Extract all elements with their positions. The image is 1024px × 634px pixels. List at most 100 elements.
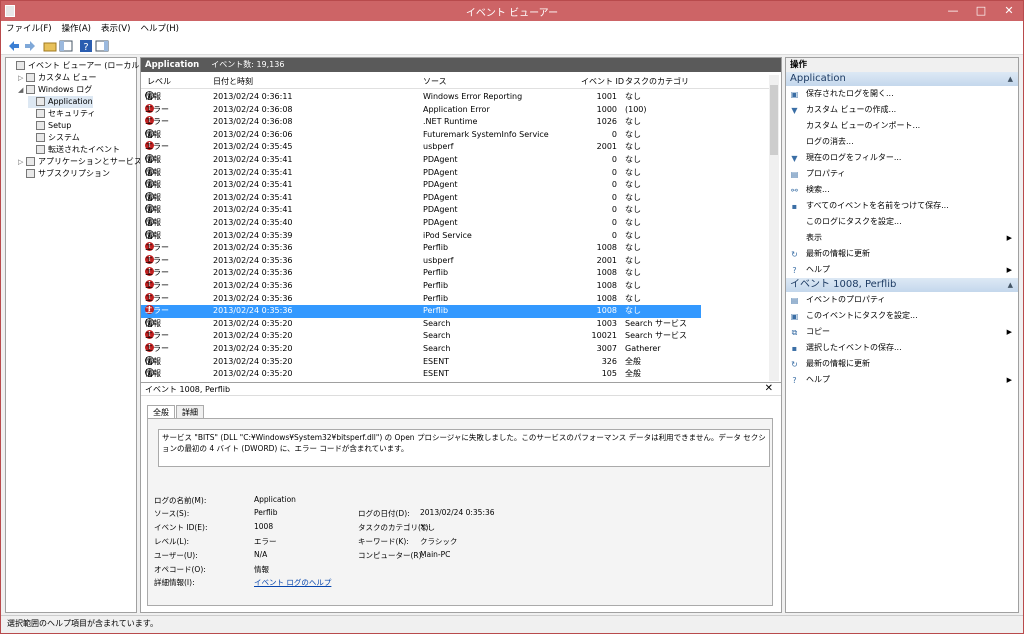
event-row[interactable]: i 情報 2013/02/24 0:36:11 Windows Error Repor… [141, 91, 701, 104]
event-id: 1000 [596, 104, 617, 114]
action-item[interactable]: ▼ カスタム ビューの作成... [786, 102, 1018, 118]
action-item[interactable]: ⚯ 検索... [786, 182, 1018, 198]
action-label: カスタム ビューの作成... [806, 105, 897, 114]
help-icon: ? [792, 266, 797, 275]
action-label: 検索... [806, 185, 830, 194]
event-row[interactable]: i 情報 2013/02/24 0:35:20 ESENT 326 全般 [141, 355, 701, 369]
up-folder-icon[interactable] [43, 39, 57, 53]
close-detail-icon[interactable]: ✕ [765, 383, 773, 394]
event-source: usbperf [423, 255, 454, 265]
event-row[interactable]: ! エラー 2013/02/24 0:35:20 Search 10021 Search … [141, 330, 701, 343]
event-row[interactable]: ! エラー 2013/02/24 0:36:08 .NET Runtime 1026 なし [141, 116, 701, 129]
help-icon[interactable]: ? [79, 39, 93, 53]
collapse-up-icon[interactable]: ▲ [1008, 72, 1013, 86]
action-item[interactable]: ▪ 選択したイベントの保存... [786, 340, 1018, 356]
event-list-scrollbar[interactable] [769, 75, 779, 381]
event-row[interactable]: i 情報 2013/02/24 0:35:20 Search 1003 Search サー… [141, 317, 701, 331]
col-source[interactable]: ソース [423, 75, 447, 89]
expand-arrow-icon[interactable]: ▷ [18, 156, 26, 168]
event-datetime: 2013/02/24 0:35:36 [213, 293, 293, 303]
open-folder-icon: ▣ [790, 90, 799, 99]
event-source: PDAgent [423, 192, 458, 202]
event-row[interactable]: ! エラー 2013/02/24 0:35:36 usbperf 2001 なし [141, 254, 701, 268]
action-item[interactable]: ▣ このイベントにタスクを設定... [786, 308, 1018, 324]
event-source: Application Error [423, 104, 490, 114]
action-item[interactable]: カスタム ビューのインポート... [786, 118, 1018, 134]
event-row[interactable]: ! エラー 2013/02/24 0:35:36 Perflib 1008 なし [141, 280, 701, 293]
event-row[interactable]: i 情報 2013/02/24 0:36:06 Futuremark SystemIn… [141, 128, 701, 142]
expand-arrow-icon[interactable]: ▷ [18, 72, 26, 84]
tree-item[interactable]: イベント ビューアー (ローカル) [8, 60, 143, 72]
menu-help[interactable]: ヘルプ(H) [135, 21, 184, 37]
event-row[interactable]: i 情報 2013/02/24 0:35:41 PDAgent 0 なし [141, 179, 701, 192]
action-item[interactable]: ? ヘルプ ▶ [786, 372, 1018, 388]
event-row[interactable]: ! エラー 2013/02/24 0:35:36 Perflib 1008 なし [141, 305, 701, 318]
event-row[interactable]: ! エラー 2013/02/24 0:35:36 Perflib 1008 なし [141, 242, 701, 255]
event-row[interactable]: i 情報 2013/02/24 0:35:41 PDAgent 0 なし [141, 154, 701, 167]
col-level[interactable]: レベル [147, 75, 171, 89]
tree-item[interactable]: セキュリティ [28, 108, 96, 120]
action-item[interactable]: ↻ 最新の情報に更新 [786, 356, 1018, 372]
col-event-id[interactable]: イベント ID [581, 75, 624, 89]
minimize-button[interactable]: — [939, 1, 967, 21]
action-item[interactable]: このログにタスクを設定... [786, 214, 1018, 230]
event-row[interactable]: i 情報 2013/02/24 0:35:41 PDAgent 0 なし [141, 204, 701, 217]
event-row[interactable]: i 情報 2013/02/24 0:35:41 PDAgent 0 なし [141, 191, 701, 205]
event-row[interactable]: i 情報 2013/02/24 0:35:20 ESENT 105 全般 [141, 368, 701, 381]
event-row[interactable]: i 情報 2013/02/24 0:35:40 PDAgent 0 なし [141, 217, 701, 230]
tree-item[interactable]: ▷ カスタム ビュー [18, 72, 97, 84]
tab-details[interactable]: 詳細 [176, 405, 204, 419]
tree-item[interactable]: Setup [28, 120, 71, 132]
tree-item[interactable]: サブスクリプション [18, 168, 110, 180]
action-label: イベントのプロパティ [806, 295, 886, 304]
actions-section-application[interactable]: Application ▲ [786, 72, 1018, 86]
copy-icon: ⧉ [791, 328, 798, 337]
expand-arrow-icon[interactable]: ◢ [18, 84, 26, 96]
event-row[interactable]: i 情報 2013/02/24 0:35:39 iPod Service 0 なし [141, 229, 701, 243]
tree-item[interactable]: ◢ Windows ログ [18, 84, 92, 96]
tree-item[interactable]: 転送されたイベント [28, 144, 120, 156]
event-id: 1026 [596, 117, 617, 127]
back-arrow-icon[interactable] [7, 39, 21, 53]
event-task: なし [625, 142, 641, 152]
menu-action[interactable]: 操作(A) [57, 21, 96, 37]
action-item[interactable]: ? ヘルプ ▶ [786, 262, 1018, 278]
event-row[interactable]: i 情報 2013/02/24 0:35:41 PDAgent 0 なし [141, 166, 701, 180]
forward-arrow-icon[interactable] [23, 39, 37, 53]
action-item[interactable]: ↻ 最新の情報に更新 [786, 246, 1018, 262]
action-item[interactable]: ログの消去... [786, 134, 1018, 150]
col-datetime[interactable]: 日付と時刻 [213, 75, 253, 89]
event-log-help-link[interactable]: イベント ログのヘルプ [254, 577, 331, 588]
event-row[interactable]: ! エラー 2013/02/24 0:35:36 Perflib 1008 なし [141, 292, 701, 306]
action-item[interactable]: ▪ すべてのイベントを名前をつけて保存... [786, 198, 1018, 214]
tree-item[interactable]: システム [28, 132, 80, 144]
event-row[interactable]: ! エラー 2013/02/24 0:35:20 Search 3007 Gatherer [141, 343, 701, 356]
action-item[interactable]: ▼ 現在のログをフィルター... [786, 150, 1018, 166]
action-item[interactable]: ▤ イベントのプロパティ [786, 292, 1018, 308]
actions-section-event[interactable]: イベント 1008, Perflib ▲ [786, 278, 1018, 292]
event-row[interactable]: ! エラー 2013/02/24 0:36:08 Application Error 1… [141, 103, 701, 117]
collapse-up-icon[interactable]: ▲ [1008, 278, 1013, 292]
action-item[interactable]: ▤ プロパティ [786, 166, 1018, 182]
event-description[interactable]: サービス "BITS" (DLL "C:¥Windows¥System32¥bi… [158, 429, 770, 467]
event-id: 1008 [596, 281, 617, 290]
action-item[interactable]: ⧉ コピー ▶ [786, 324, 1018, 340]
maximize-button[interactable]: □ [967, 1, 995, 21]
action-item[interactable]: ▣ 保存されたログを開く... [786, 86, 1018, 102]
action-pane-icon[interactable] [95, 39, 109, 53]
console-tree-icon[interactable] [59, 39, 73, 53]
event-row[interactable]: ! エラー 2013/02/24 0:35:45 usbperf 2001 なし [141, 141, 701, 154]
action-item[interactable]: 表示 ▶ [786, 230, 1018, 246]
menu-view[interactable]: 表示(V) [96, 21, 135, 37]
event-id: 0 [611, 218, 617, 227]
scroll-thumb[interactable] [770, 85, 778, 155]
col-task[interactable]: タスクのカテゴリ [625, 75, 689, 89]
refresh-icon: ↻ [791, 360, 798, 369]
log-icon [36, 145, 45, 154]
tree-item[interactable]: Application [28, 96, 93, 108]
event-row[interactable]: ! エラー 2013/02/24 0:35:36 Perflib 1008 なし [141, 267, 701, 280]
close-button[interactable]: ✕ [995, 1, 1023, 21]
task-icon: ▣ [790, 312, 799, 321]
tab-general[interactable]: 全般 [147, 405, 175, 419]
menu-file[interactable]: ファイル(F) [1, 21, 57, 37]
